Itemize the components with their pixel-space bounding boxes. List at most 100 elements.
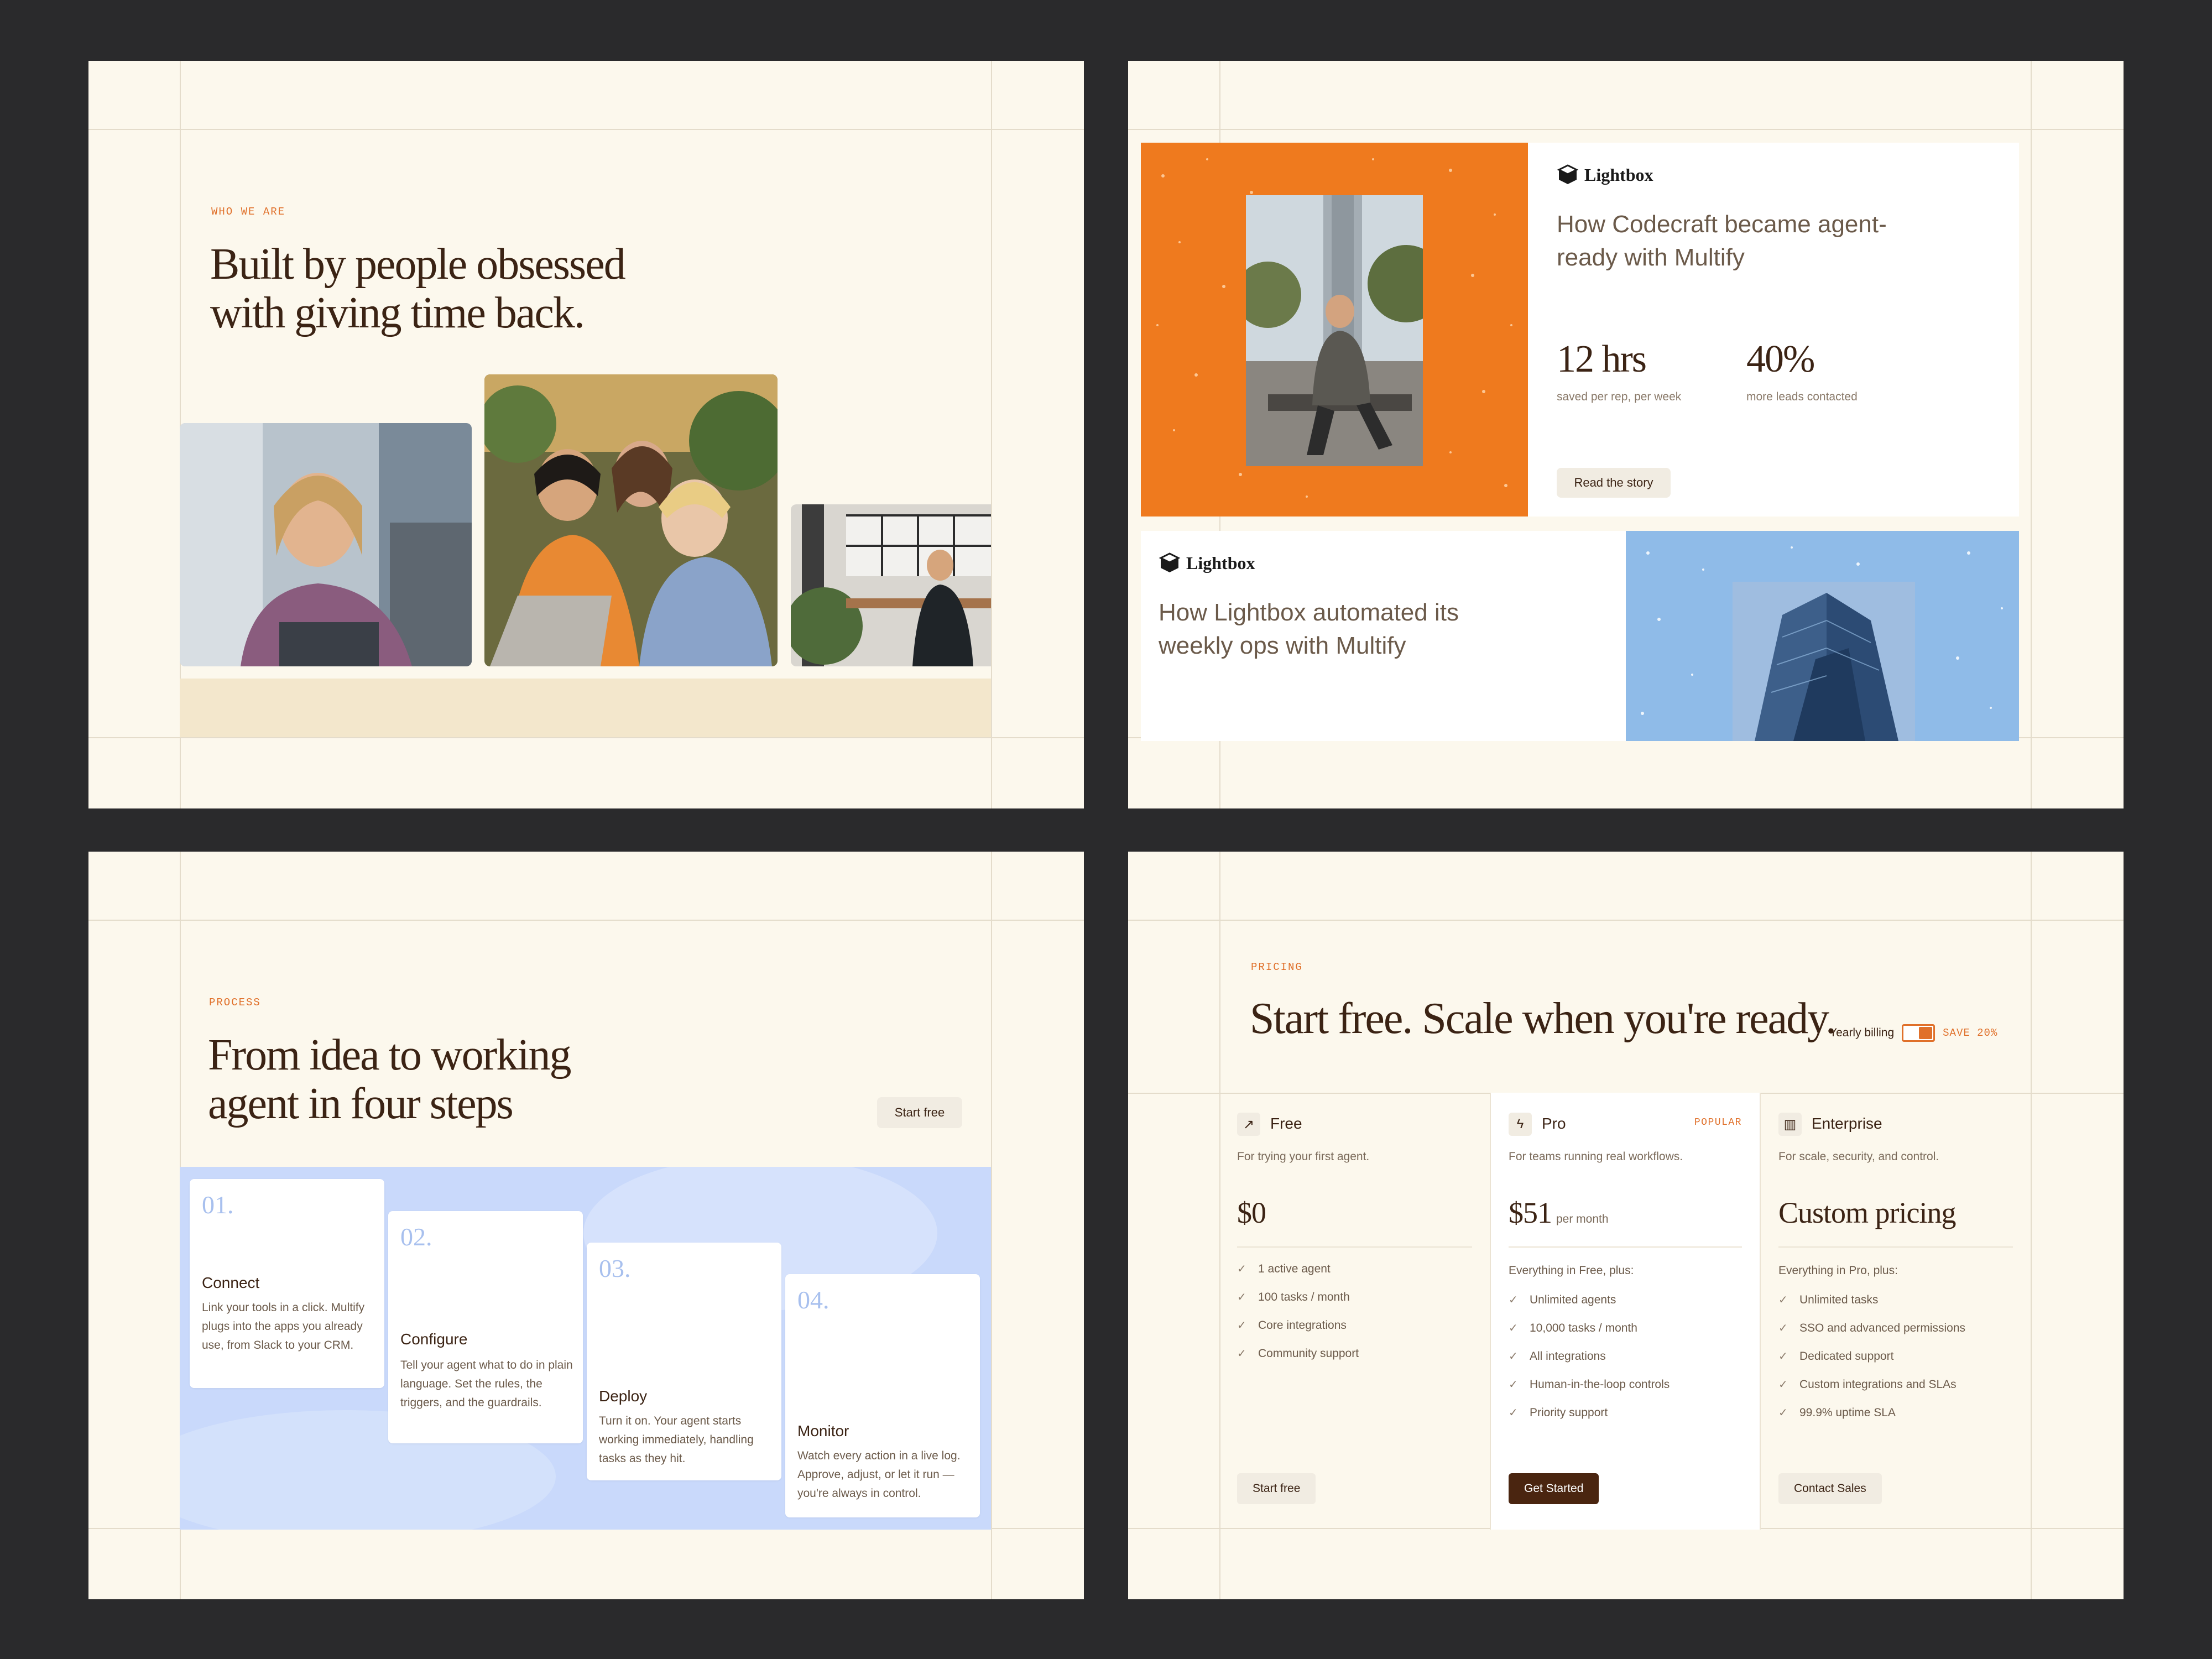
pricing-section: PRICING Start free. Scale when you're re… [1128, 852, 2124, 1599]
step-description: Link your tools in a click. Multify plug… [202, 1301, 365, 1352]
team-photo [484, 374, 778, 666]
heading-line: From idea to working [208, 1031, 571, 1079]
feature-text: Dedicated support [1799, 1349, 1894, 1363]
feature-item: ✓ 100 tasks / month [1237, 1290, 1350, 1304]
divider [1778, 1246, 2013, 1248]
plan-card-free: ↗ Free For trying your first agent. $0 ✓… [1219, 1093, 1490, 1530]
step-number: 01. [202, 1191, 234, 1219]
section-eyebrow: WHO WE ARE [211, 206, 286, 218]
section-eyebrow: PROCESS [209, 997, 261, 1009]
feature-item: ✓ 99.9% uptime SLA [1778, 1406, 1896, 1420]
cube-logo-icon [1557, 164, 1579, 184]
check-icon: ✓ [1778, 1379, 1788, 1391]
step-title: Deploy [599, 1387, 648, 1405]
feature-text: Core integrations [1258, 1318, 1347, 1332]
feature-text: All integrations [1530, 1349, 1606, 1363]
grid-guide [88, 920, 1084, 921]
grid-guide [1128, 129, 2124, 130]
section-heading: From idea to working agent in four steps [208, 1031, 571, 1128]
check-icon: ✓ [1778, 1407, 1788, 1419]
plan-intro: Everything in Pro, plus: [1778, 1264, 1898, 1277]
case-study-title: How Lightbox automated its weekly ops wi… [1159, 599, 1459, 659]
feature-text: 1 active agent [1258, 1262, 1331, 1275]
brand-name: Lightbox [1584, 164, 1653, 185]
toggle-knob [1919, 1027, 1933, 1039]
feature-item: ✓ Unlimited agents [1509, 1293, 1616, 1307]
plan-name: Pro [1542, 1115, 1566, 1132]
feature-text: SSO and advanced permissions [1799, 1321, 1965, 1334]
case-study-title: How Codecraft became agent-ready with Mu… [1557, 211, 1887, 271]
check-icon: ✓ [1509, 1294, 1518, 1306]
feature-text: 100 tasks / month [1258, 1290, 1350, 1303]
case-image-textured-orange [1141, 143, 1528, 517]
feature-item: ✓ Dedicated support [1778, 1349, 1893, 1363]
case-image-textured-blue [1626, 531, 2019, 741]
check-icon: ✓ [1778, 1350, 1788, 1363]
case-study-card: Lightbox How Lightbox automated its week… [1141, 531, 1626, 741]
brand-name: Lightbox [1186, 552, 1255, 573]
section-heading: Built by people obsessed with giving tim… [210, 240, 626, 337]
grid-guide [991, 61, 992, 808]
lightning-icon: ϟ [1509, 1113, 1532, 1136]
plan-card-enterprise: ▥ Enterprise For scale, security, and co… [1761, 1093, 2031, 1530]
billing-toggle[interactable] [1902, 1024, 1936, 1042]
check-icon: ✓ [1778, 1322, 1788, 1334]
feature-item: ✓ Core integrations [1237, 1318, 1347, 1332]
feature-text: Unlimited agents [1530, 1293, 1616, 1306]
grid-guide [88, 737, 1084, 738]
plan-price: Custom pricing [1778, 1196, 1956, 1230]
start-free-button[interactable]: Start free [1237, 1473, 1316, 1504]
feature-text: Human-in-the-loop controls [1530, 1378, 1670, 1391]
bar-chart-icon: ▥ [1778, 1113, 1802, 1136]
check-icon: ✓ [1237, 1319, 1246, 1332]
step-number: 03. [599, 1254, 631, 1282]
get-started-button[interactable]: Get Started [1509, 1473, 1599, 1504]
feature-item: ✓ Community support [1237, 1347, 1359, 1360]
check-icon: ✓ [1237, 1348, 1246, 1360]
plan-card-pro: ϟ Pro POPULAR For teams running real wor… [1490, 1093, 1761, 1530]
about-section: WHO WE ARE Built by people obsessed with… [88, 61, 1084, 808]
team-photo [791, 504, 991, 666]
process-section: PROCESS From idea to working agent in fo… [88, 852, 1084, 1599]
check-icon: ✓ [1509, 1322, 1518, 1334]
price-value: $0 [1237, 1196, 1266, 1229]
check-icon: ✓ [1237, 1263, 1246, 1275]
start-free-button[interactable]: Start free [877, 1097, 962, 1128]
step-number: 02. [400, 1223, 432, 1251]
section-eyebrow: PRICING [1251, 961, 1303, 973]
feature-item: ✓ Priority support [1509, 1406, 1608, 1420]
feature-item: ✓ All integrations [1509, 1349, 1606, 1363]
case-photo-man-on-bench [1246, 195, 1423, 466]
stat-value: 12 hrs [1557, 338, 1647, 380]
step-description: Tell your agent what to do in plain lang… [400, 1359, 573, 1409]
check-icon: ✓ [1509, 1379, 1518, 1391]
feature-text: Priority support [1530, 1406, 1608, 1419]
feature-text: Unlimited tasks [1799, 1293, 1879, 1306]
plan-price: $51 per month [1509, 1196, 1609, 1230]
plan-description: For trying your first agent. [1237, 1150, 1370, 1163]
cube-logo-icon [1159, 552, 1181, 572]
check-icon: ✓ [1509, 1407, 1518, 1419]
price-value: Custom pricing [1778, 1196, 1956, 1229]
feature-text: 99.9% uptime SLA [1799, 1406, 1896, 1419]
billing-label: Yearly billing [1829, 1026, 1895, 1039]
heading-line: agent in four steps [208, 1079, 514, 1128]
read-story-button[interactable]: Read the story [1557, 468, 1671, 498]
arrow-up-right-icon: ↗ [1237, 1113, 1260, 1136]
contact-sales-button[interactable]: Contact Sales [1778, 1473, 1882, 1504]
feature-item: ✓ Unlimited tasks [1778, 1293, 1878, 1307]
heading-line: with giving time back. [210, 289, 585, 337]
step-title: Connect [202, 1274, 260, 1291]
save-badge: SAVE 20% [1943, 1027, 1998, 1039]
case-studies-section: Lightbox How Codecraft became agent-read… [1128, 61, 2124, 808]
grid-guide [2031, 852, 2032, 1599]
plan-name: Free [1270, 1115, 1302, 1132]
decorative-strip [180, 679, 991, 737]
billing-toggle-group: Yearly billing SAVE 20% [1829, 1024, 1997, 1042]
feature-text: Community support [1258, 1347, 1359, 1360]
step-card: 04. Monitor Watch every action in a live… [785, 1274, 980, 1517]
case-study-card: Lightbox How Codecraft became agent-read… [1528, 143, 2019, 517]
grid-guide [1128, 920, 2124, 921]
step-card: 02. Configure Tell your agent what to do… [388, 1211, 583, 1443]
section-heading: Start free. Scale when you're ready. [1250, 994, 1837, 1043]
